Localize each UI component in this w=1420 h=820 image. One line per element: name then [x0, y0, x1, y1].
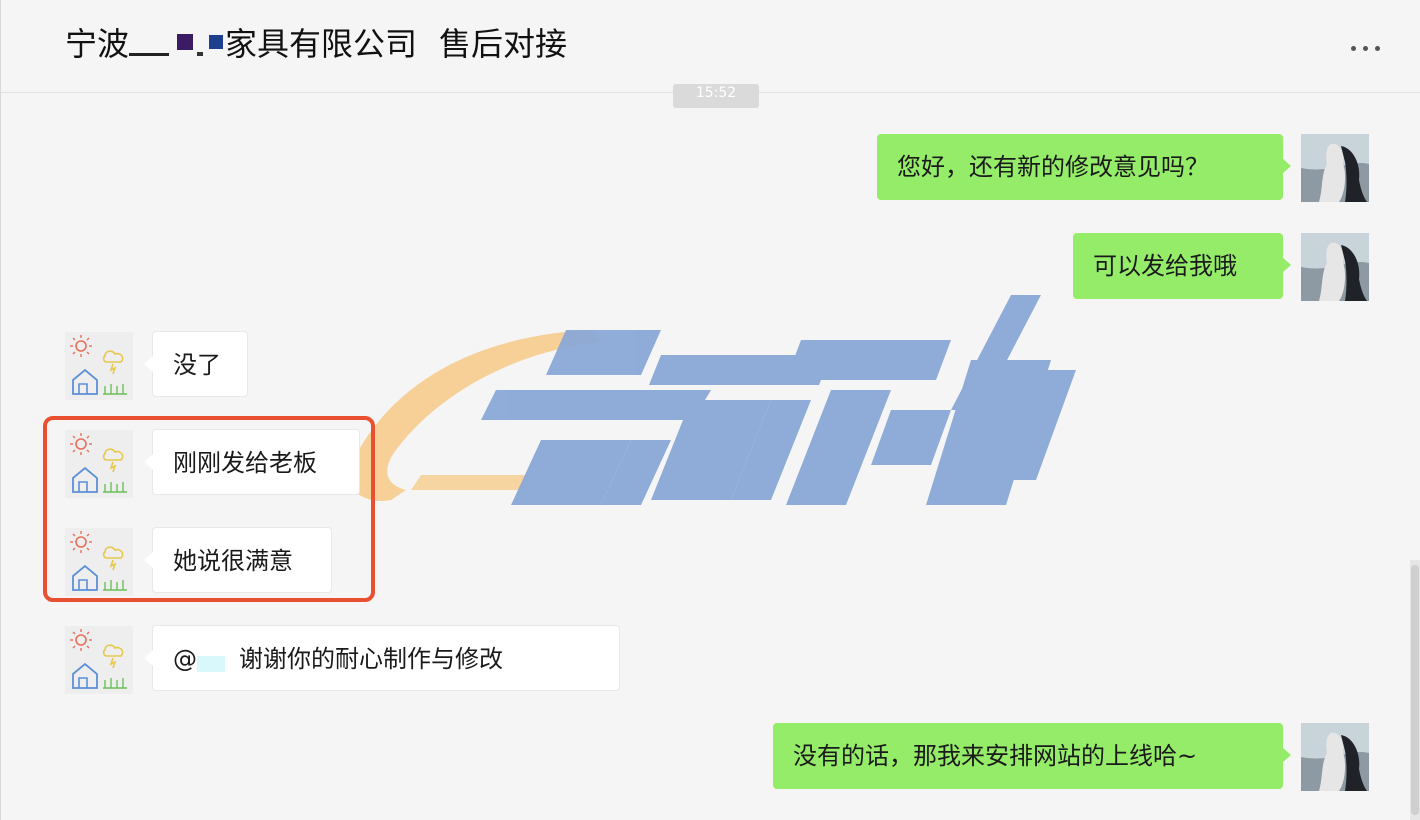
- message-text: 谢谢你的耐心制作与修改: [239, 645, 503, 673]
- avatar[interactable]: [1301, 233, 1369, 301]
- title-prefix: 宁波: [65, 25, 130, 63]
- chat-window: ▾ □ ✕ 宁波家具有限公司售后对接 15:52: [0, 0, 1420, 820]
- title-group: 售后对接: [439, 25, 568, 63]
- message-bubble[interactable]: 没有的话，那我来安排网站的上线哈~: [773, 723, 1291, 789]
- redacted-mark: [129, 52, 170, 56]
- dot-icon: [1350, 45, 1356, 51]
- redacted-mark: [177, 34, 194, 50]
- redacted-mark: [209, 35, 224, 49]
- mention-at: @: [173, 645, 197, 673]
- weather-avatar-icon: [70, 335, 127, 395]
- dot-icon: [1374, 45, 1380, 51]
- message-bubble[interactable]: 可以发给我哦: [1073, 233, 1291, 299]
- avatar[interactable]: [1301, 134, 1369, 202]
- scrollbar-thumb[interactable]: [1411, 565, 1419, 815]
- message-bubble[interactable]: 没了: [144, 331, 248, 397]
- message-bubble[interactable]: 您好，还有新的修改意见吗？: [877, 134, 1291, 200]
- message-timestamp: 15:52: [673, 84, 759, 108]
- message-bubble[interactable]: 刚刚发给老板: [144, 429, 360, 495]
- avatar[interactable]: [65, 528, 133, 596]
- redacted-mark: [197, 52, 204, 56]
- chat-title: 宁波 家具有限公司 售后对接: [65, 22, 567, 66]
- watermark-logo: [348, 295, 1076, 505]
- avatar[interactable]: [65, 430, 133, 498]
- user-avatar-icon: [1301, 723, 1369, 791]
- weather-avatar-icon: [70, 433, 127, 493]
- avatar[interactable]: [65, 332, 133, 400]
- avatar[interactable]: [1301, 723, 1369, 791]
- weather-avatar-icon: [70, 629, 127, 689]
- avatar[interactable]: [65, 626, 133, 694]
- dot-icon: [1362, 45, 1368, 51]
- weather-avatar-icon: [70, 531, 127, 591]
- user-avatar-icon: [1301, 233, 1369, 301]
- title-suffix: 家具有限公司: [225, 25, 418, 63]
- message-bubble[interactable]: @ 谢谢你的耐心制作与修改: [144, 625, 620, 691]
- chat-header: 宁波 家具有限公司 售后对接: [1, 0, 1420, 93]
- user-avatar-icon: [1301, 134, 1369, 202]
- message-bubble[interactable]: 她说很满意: [144, 527, 332, 593]
- redacted-mention: [197, 656, 225, 672]
- more-options-button[interactable]: [1345, 36, 1385, 60]
